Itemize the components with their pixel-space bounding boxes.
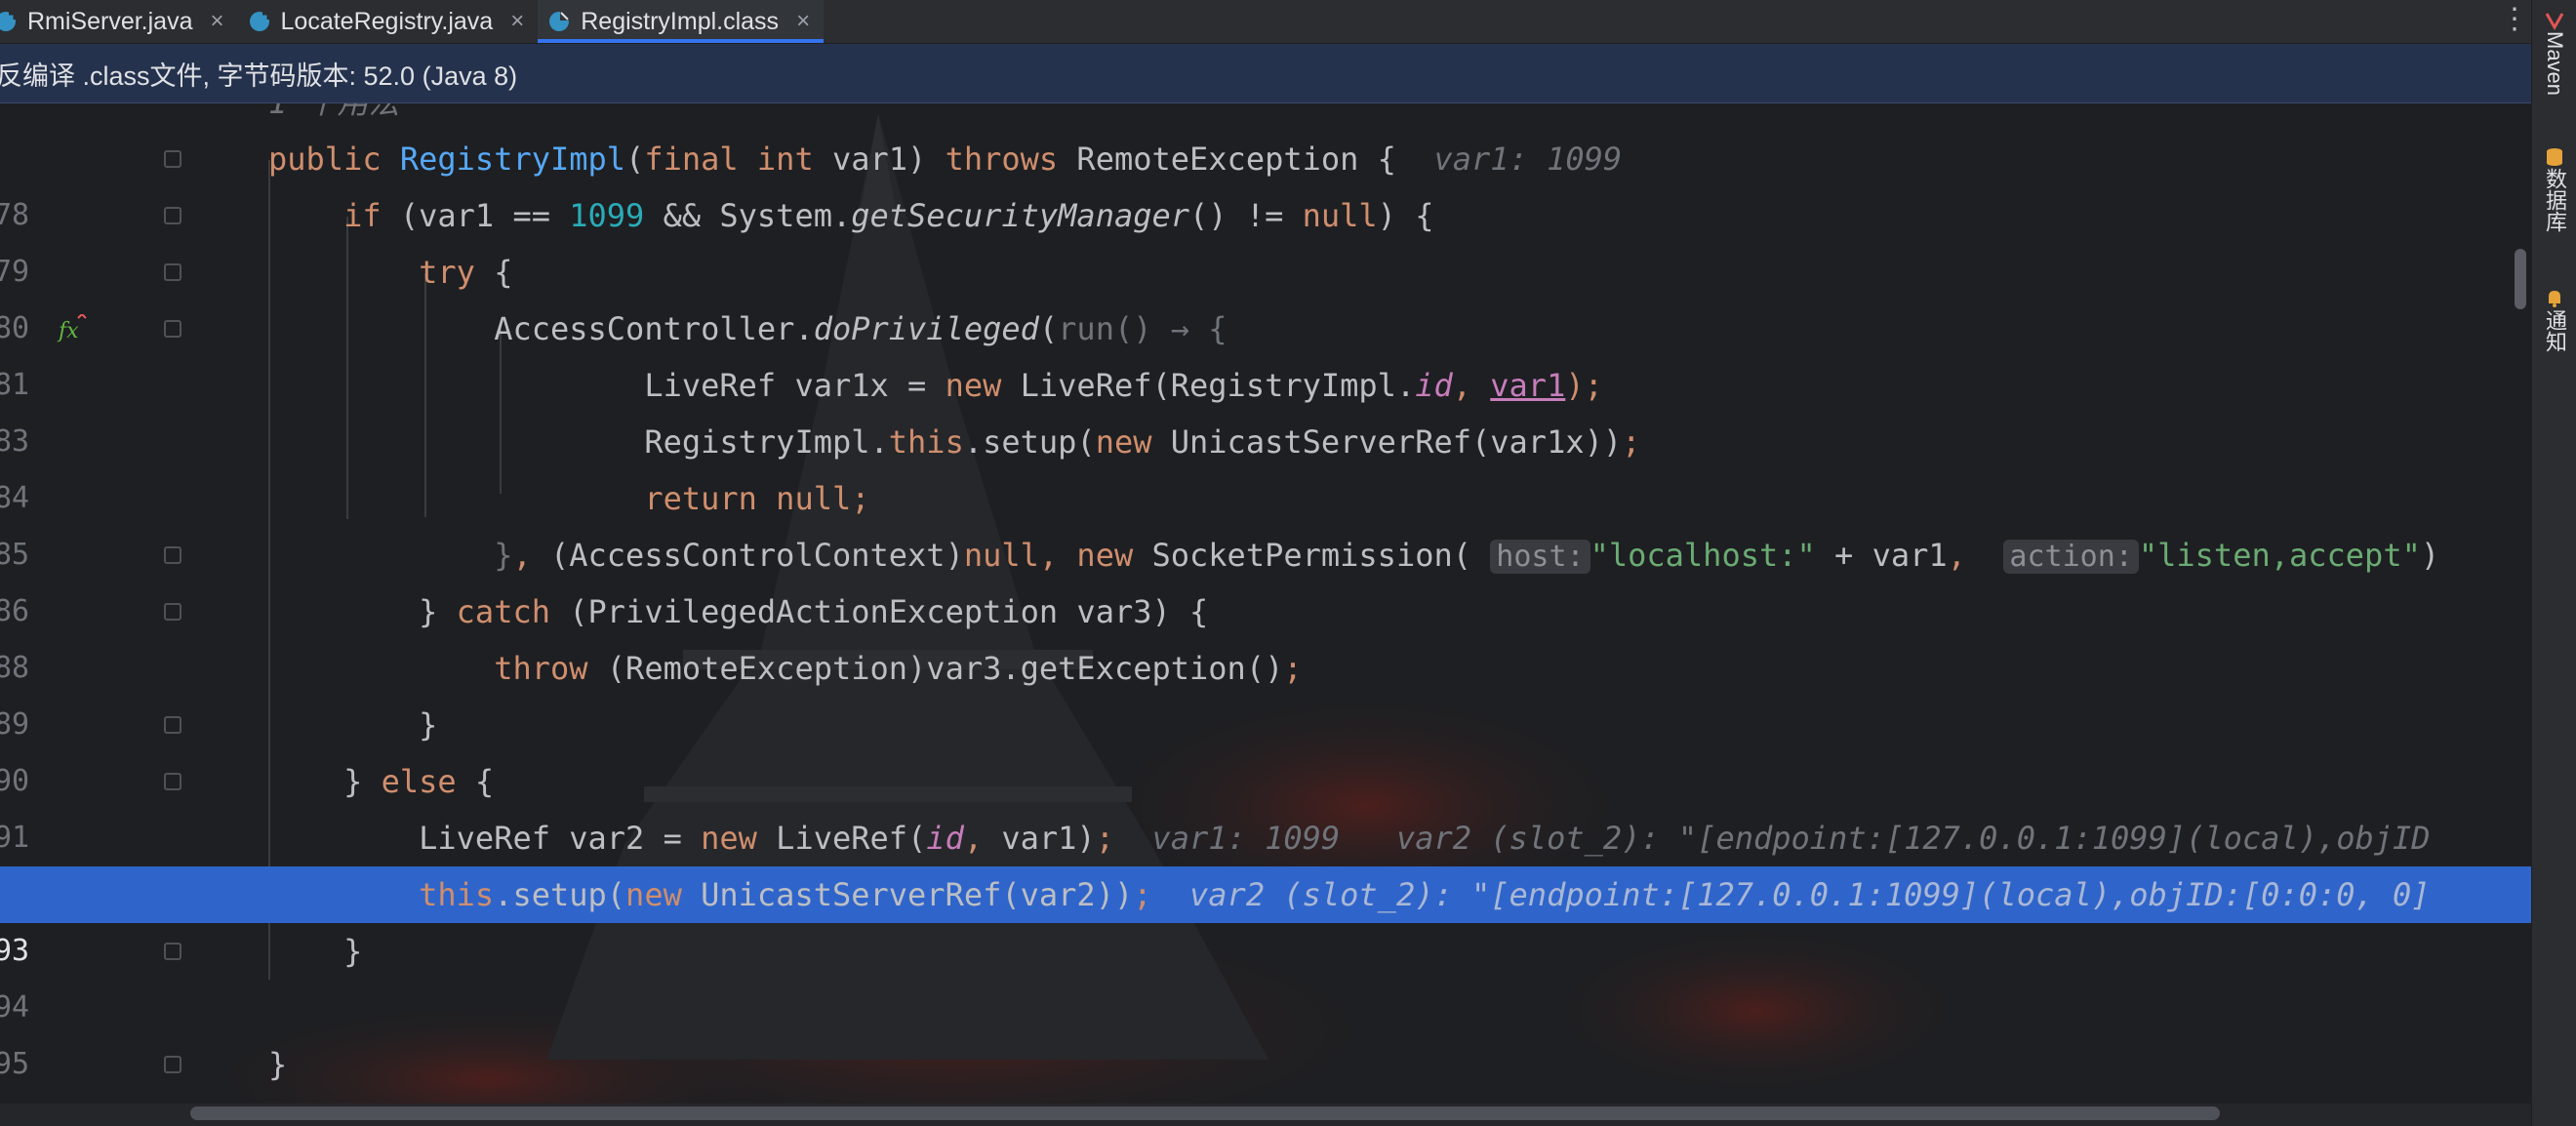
database-tool-button[interactable]: 数据库 — [2532, 146, 2576, 232]
fold-marker-icon[interactable] — [164, 207, 181, 224]
code-line: 84 RegistryImpl.this.setup(new UnicastSe… — [0, 414, 2531, 515]
maven-icon — [2545, 13, 2564, 31]
inline-debug-value: var2 (slot_2): "[endpoint:[127.0.0.1:109… — [1395, 820, 2431, 857]
code-line: 86 }, (AccessControlContext)null, new So… — [0, 527, 2531, 628]
code-line: 91 } else { — [0, 753, 2531, 855]
code-line: 96 } — [0, 1036, 2531, 1093]
right-tool-strip: Maven 数据库 通知 — [2531, 0, 2576, 1126]
database-label: 数据库 — [2543, 168, 2567, 232]
maven-label: Maven — [2543, 31, 2567, 97]
notifications-label: 通知 — [2543, 309, 2567, 352]
lambda-function-icon[interactable]: fx — [57, 314, 90, 343]
tab-locateregistry[interactable]: LocateRegistry.java × — [238, 0, 539, 43]
current-execution-line: 93 this.setup(new UnicastServerRef(var2)… — [0, 866, 2531, 968]
code-line: 83 LiveRef var1x = new LiveRef(RegistryI… — [0, 357, 2531, 459]
inline-debug-value: var2 (slot_2): "[endpoint:[127.0.0.1:109… — [1189, 876, 2431, 913]
code-line: 94 } — [0, 923, 2531, 1025]
inline-debug-value: var1: 1099 — [1433, 141, 1623, 178]
tab-label: RegistryImpl.class — [581, 7, 780, 35]
code-line: 88 } catch (PrivilegedActionException va… — [0, 583, 2531, 685]
database-icon — [2547, 148, 2562, 166]
notifications-tool-button[interactable]: 通知 — [2532, 288, 2576, 352]
java-class-icon — [0, 12, 17, 31]
code-line: 95 — [0, 980, 2531, 1081]
tab-label: LocateRegistry.java — [280, 7, 494, 35]
code-line: 85 return null; — [0, 470, 2531, 572]
editor-tab-bar: RmiServer.java × LocateRegistry.java × R… — [0, 0, 2531, 44]
code-line: 81 fx AccessController.doPrivileged(run(… — [0, 301, 2531, 402]
bell-icon — [2549, 291, 2560, 307]
code-line: 79 if (var1 == 1099 && System.getSecurit… — [0, 187, 2531, 289]
close-icon[interactable]: × — [510, 8, 524, 35]
svg-text:fx: fx — [57, 319, 79, 343]
fold-marker-icon[interactable] — [164, 603, 181, 621]
close-icon[interactable]: × — [796, 8, 810, 35]
more-options-icon[interactable]: ⋮ — [2498, 0, 2531, 43]
maven-tool-button[interactable]: Maven — [2532, 10, 2576, 96]
inline-debug-value: var1: 1099 — [1151, 820, 1341, 857]
code-line: 1 个用法 — [0, 103, 2531, 131]
fold-marker-icon[interactable] — [164, 320, 181, 338]
code-line: 89 throw (RemoteException)var3.getExcept… — [0, 640, 2531, 742]
close-icon[interactable]: × — [211, 8, 224, 35]
vertical-scrollbar[interactable] — [2515, 249, 2526, 309]
fold-marker-icon[interactable] — [164, 263, 181, 281]
fold-marker-icon[interactable] — [164, 150, 181, 168]
code-line: 90 } — [0, 697, 2531, 798]
banner-text: 反编译 .class文件, 字节码版本: 52.0 (Java 8) — [0, 60, 518, 91]
decompiled-notice-banner: 反编译 .class文件, 字节码版本: 52.0 (Java 8) — [0, 44, 2531, 103]
java-class-icon — [249, 12, 270, 31]
tab-rmiserver[interactable]: RmiServer.java × — [0, 0, 238, 43]
fold-marker-icon[interactable] — [164, 546, 181, 564]
code-editor[interactable]: 1 个用法 78 public RegistryImpl(final int v… — [0, 103, 2531, 1104]
fold-marker-icon[interactable] — [164, 716, 181, 734]
tab-label: RmiServer.java — [27, 7, 193, 35]
code-line: 80 try { — [0, 244, 2531, 345]
fold-marker-icon[interactable] — [164, 943, 181, 960]
line-number: 96 — [0, 1093, 53, 1104]
param-hint-action: action: — [2003, 540, 2139, 574]
code-line: 92 LiveRef var2 = new LiveRef(id, var1);… — [0, 810, 2531, 911]
compiled-class-icon — [549, 12, 570, 31]
param-hint-host: host: — [1490, 540, 1590, 574]
fold-marker-icon[interactable] — [164, 1056, 181, 1073]
horizontal-scrollbar[interactable] — [190, 1106, 2220, 1120]
fold-marker-icon[interactable] — [164, 773, 181, 790]
tab-registryimpl[interactable]: RegistryImpl.class × — [538, 0, 825, 43]
code-line: 78 public RegistryImpl(final int var1) t… — [0, 131, 2531, 232]
